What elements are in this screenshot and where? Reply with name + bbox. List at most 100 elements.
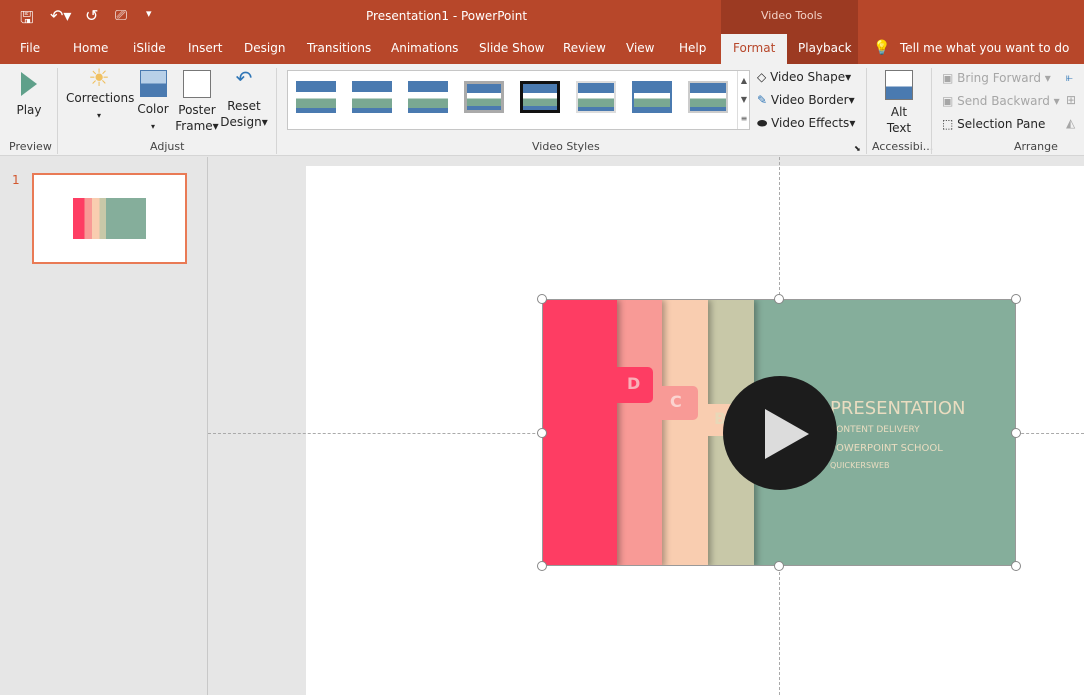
resize-handle[interactable] (537, 428, 547, 438)
video-line: QUICKERSWEB (830, 461, 890, 470)
play-overlay-button[interactable] (723, 376, 837, 490)
play-button[interactable]: Play (12, 70, 46, 118)
rotate-icon[interactable]: ◭ (1066, 116, 1075, 130)
sun-icon: ☀ (88, 64, 110, 92)
video-shape-button[interactable]: ◇ Video Shape▾ (757, 70, 851, 84)
pen-icon: ✎ (757, 93, 768, 107)
thumbnail-preview (73, 198, 146, 239)
lightbulb-icon: 💡 (873, 40, 891, 56)
tab-insert[interactable]: Insert (188, 41, 222, 55)
style-thumbnail[interactable] (464, 81, 504, 113)
tab-review[interactable]: Review (563, 41, 606, 55)
resize-handle[interactable] (1011, 428, 1021, 438)
tab-view[interactable]: View (626, 41, 654, 55)
undo-icon[interactable]: ↶▾ (50, 6, 71, 25)
tab-islide[interactable]: iSlide (133, 41, 166, 55)
redo-icon[interactable]: ↺ (85, 6, 98, 25)
alt-label: Alt (890, 105, 908, 119)
video-effects-button[interactable]: ⬬ Video Effects▾ (757, 116, 855, 131)
design-label: Design (220, 115, 262, 129)
play-triangle-icon (765, 409, 809, 459)
selection-pane-label: Selection Pane (957, 117, 1046, 131)
group-accessibility: Accessibi... (872, 140, 934, 153)
style-thumbnail[interactable] (520, 81, 560, 113)
resize-handle[interactable] (537, 561, 547, 571)
reset-label: Reset (227, 99, 261, 113)
frame-label: Frame (175, 119, 213, 133)
color-button[interactable]: Color ▾ (136, 70, 170, 135)
group-preview: Preview (9, 140, 52, 153)
alt-text-button[interactable]: Alt Text (880, 70, 918, 136)
style-thumbnail[interactable] (408, 81, 448, 113)
tab-animations[interactable]: Animations (391, 41, 458, 55)
corrections-button[interactable]: ☀ Corrections ▾ (66, 66, 135, 124)
video-border-label: Video Border (770, 93, 849, 107)
dialog-launcher-icon[interactable]: ⬊ (854, 144, 861, 153)
video-line: POWERPOINT SCHOOL (830, 443, 943, 454)
tab-home[interactable]: Home (73, 41, 108, 55)
tab-help[interactable]: Help (679, 41, 706, 55)
video-styles-gallery[interactable]: ▲ ▼ ≡ (287, 70, 750, 130)
slide-thumbnail[interactable] (32, 173, 187, 264)
slide-thumbnails-pane: 1 (0, 157, 208, 695)
poster-frame-button[interactable]: Poster Frame▾ (174, 70, 220, 134)
group-adjust: Adjust (150, 140, 185, 153)
tab-letter: C (662, 386, 698, 420)
selection-pane-icon: ⬚ (942, 117, 954, 131)
resize-handle[interactable] (1011, 561, 1021, 571)
poster-frame-icon (183, 70, 211, 98)
text-label: Text (886, 121, 912, 135)
tab-design[interactable]: Design (244, 41, 285, 55)
style-thumbnail[interactable] (296, 81, 336, 113)
play-icon (21, 72, 37, 96)
corrections-label: Corrections (66, 91, 135, 105)
style-thumbnail[interactable] (352, 81, 392, 113)
video-effects-label: Video Effects (771, 116, 850, 130)
style-thumbnail[interactable] (576, 81, 616, 113)
ribbon: Play Preview ☀ Corrections ▾ Color ▾ Poster… (0, 64, 1084, 156)
contextual-label: Video Tools (761, 9, 823, 22)
group-video-styles: Video Styles (532, 140, 600, 153)
resize-handle[interactable] (1011, 294, 1021, 304)
video-shape-icon: ◇ (757, 70, 767, 84)
color-icon (139, 70, 167, 97)
window-title: Presentation1 - PowerPoint (366, 9, 528, 23)
style-thumbnail[interactable] (632, 81, 672, 113)
group-icon[interactable]: ⊞ (1066, 93, 1076, 107)
send-backward-label: Send Backward (957, 94, 1050, 108)
alt-text-icon (885, 70, 913, 100)
tab-file[interactable]: File (20, 41, 40, 55)
tab-transitions[interactable]: Transitions (307, 41, 371, 55)
customize-icon[interactable]: ▾ (146, 7, 152, 20)
present-icon[interactable]: ⎚ (115, 6, 127, 24)
title-bar: 🖫 ↶▾ ↺ ⎚ ▾ Presentation1 - PowerPoint (0, 0, 1084, 34)
reset-design-button[interactable]: ↶ Reset Design▾ (220, 66, 268, 130)
video-border-button[interactable]: ✎ Video Border▾ (757, 93, 855, 107)
resize-handle[interactable] (774, 294, 784, 304)
resize-handle[interactable] (537, 294, 547, 304)
effects-icon: ⬬ (757, 116, 768, 130)
bring-forward-button[interactable]: ▣ Bring Forward ▾ (942, 71, 1051, 85)
reset-icon: ↶ (235, 66, 253, 90)
video-shape-label: Video Shape (770, 70, 846, 84)
video-object[interactable]: D C B PRESENTATION CONTENT DELIVERY POWE… (542, 299, 1016, 566)
resize-handle[interactable] (774, 561, 784, 571)
slide-number: 1 (12, 173, 20, 187)
tell-me-search[interactable]: Tell me what you want to do (900, 41, 1069, 55)
group-arrange: Arrange (1014, 140, 1058, 153)
color-label: Color (137, 102, 169, 116)
send-backward-button[interactable]: ▣ Send Backward ▾ (942, 94, 1060, 108)
tab-format[interactable]: Format (721, 34, 788, 64)
gallery-scroll[interactable]: ▲ ▼ ≡ (737, 71, 750, 129)
play-label: Play (16, 103, 42, 117)
video-title: PRESENTATION (830, 398, 966, 419)
tab-letter: D (617, 367, 653, 403)
selection-pane-button[interactable]: ⬚ Selection Pane (942, 117, 1045, 131)
style-thumbnail[interactable] (688, 81, 728, 113)
tab-playback[interactable]: Playback (798, 41, 852, 55)
save-icon[interactable]: 🖫 (20, 7, 34, 34)
video-line: CONTENT DELIVERY (830, 425, 920, 435)
bring-forward-label: Bring Forward (957, 71, 1041, 85)
tab-slide-show[interactable]: Slide Show (479, 41, 544, 55)
align-icon[interactable]: ⫦ (1066, 70, 1073, 85)
